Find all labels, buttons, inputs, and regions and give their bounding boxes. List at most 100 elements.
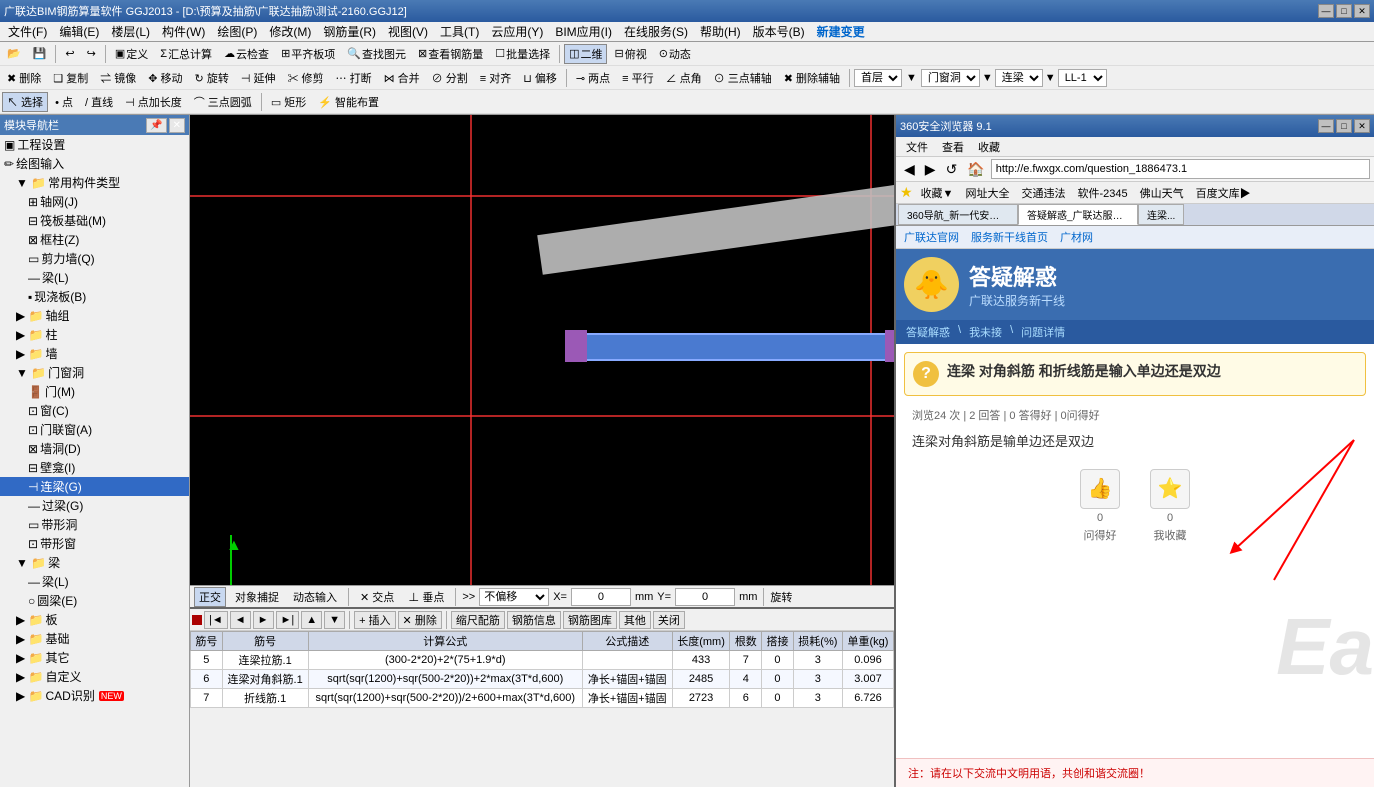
three-point-button[interactable]: ⊙ 三点辅轴 xyxy=(709,68,777,88)
collect-button[interactable]: ⭐ 0 我收藏 xyxy=(1150,469,1190,543)
first-record-button[interactable]: |◄ xyxy=(204,611,228,629)
bookmark-baidu[interactable]: 百度文库▶ xyxy=(1192,184,1255,202)
bookmark-fav[interactable]: 收藏▼ xyxy=(917,184,958,202)
menu-cloud[interactable]: 云应用(Y) xyxy=(485,22,549,41)
refresh-button[interactable]: ↺ xyxy=(942,160,962,179)
merge-button[interactable]: ⋈ 合并 xyxy=(379,68,425,88)
delete-row-button[interactable]: ✕ 删除 xyxy=(398,611,442,629)
table-row[interactable]: 7 折线筋.1 sqrt(sqr(1200)+sqr(500-2*20))/2+… xyxy=(191,689,894,708)
smart-place-button[interactable]: ⚡ 智能布置 xyxy=(313,92,384,112)
tree-axis-net[interactable]: ⊞ 轴网(J) xyxy=(0,192,189,211)
dynamic-input-button[interactable]: 动态输入 xyxy=(288,587,342,607)
menu-new-change[interactable]: 新建变更 xyxy=(811,22,871,41)
coupling-beam-shape[interactable] xyxy=(570,333,890,361)
bookmark-software[interactable]: 软件-2345 xyxy=(1073,184,1131,202)
tree-lintel[interactable]: — 过梁(G) xyxy=(0,496,189,515)
browser-menu-file[interactable]: 文件 xyxy=(900,138,934,156)
align-button[interactable]: ≡ 对齐 xyxy=(475,68,516,88)
tree-niche[interactable]: ⊟ 壁龛(I) xyxy=(0,458,189,477)
tree-beam-l[interactable]: — 梁(L) xyxy=(0,572,189,591)
x-coord-input[interactable] xyxy=(571,588,631,606)
menu-version[interactable]: 版本号(B) xyxy=(747,22,811,41)
browser-close[interactable]: ✕ xyxy=(1354,119,1370,133)
menu-bim[interactable]: BIM应用(I) xyxy=(549,22,618,41)
rect-button[interactable]: ▭ 矩形 xyxy=(266,92,311,112)
point-length-button[interactable]: ⊣ 点加长度 xyxy=(120,92,187,112)
table-row[interactable]: 5 连梁拉筋.1 (300-2*20)+2*(75+1.9*d) 433 7 0… xyxy=(191,651,894,670)
rebar-lib-button[interactable]: 钢筋图库 xyxy=(563,611,617,629)
tree-slab[interactable]: ▪ 现浇板(B) xyxy=(0,287,189,306)
menu-modify[interactable]: 修改(M) xyxy=(263,22,317,41)
insert-row-button[interactable]: + 插入 xyxy=(354,611,395,629)
split-button[interactable]: ⊘ 分割 xyxy=(427,68,473,88)
canvas-area[interactable]: A Y X ▲ ▶ ⑤ ⑥ xyxy=(190,115,894,585)
2d-view-button[interactable]: ◫ 二维 xyxy=(564,44,607,64)
close-button[interactable]: ✕ xyxy=(1354,4,1370,18)
tree-strip-window[interactable]: ⊡ 带形窗 xyxy=(0,534,189,553)
orthogonal-button[interactable]: 正交 xyxy=(194,587,226,607)
save-button[interactable]: 💾 xyxy=(28,45,52,62)
copy-button[interactable]: ❑ 复制 xyxy=(48,68,93,88)
id-combo[interactable]: LL-1 xyxy=(1058,69,1107,87)
link-glodon[interactable]: 广联达官网 xyxy=(904,229,959,245)
bookmark-traffic[interactable]: 交通违法 xyxy=(1017,184,1069,202)
floor-combo[interactable]: 首层 xyxy=(854,69,902,87)
tree-custom-group[interactable]: ▶ 📁 自定义 xyxy=(0,667,189,686)
move-down-button[interactable]: ▼ xyxy=(324,611,345,629)
close-panel-button[interactable]: 关闭 xyxy=(653,611,685,629)
point-mode-button[interactable]: • 点 xyxy=(50,92,78,112)
tree-strip-hole[interactable]: ▭ 带形洞 xyxy=(0,515,189,534)
tree-project-settings[interactable]: ▣ 工程设置 xyxy=(0,135,189,154)
rotate-button[interactable]: ↻ 旋转 xyxy=(190,68,234,88)
move-up-button[interactable]: ▲ xyxy=(301,611,322,629)
scale-rebar-button[interactable]: 缩尺配筋 xyxy=(451,611,505,629)
break-button[interactable]: ⋯ 打断 xyxy=(331,68,377,88)
last-record-button[interactable]: ►| xyxy=(276,611,300,629)
two-point-button[interactable]: ⊸ 两点 xyxy=(571,68,615,88)
tree-wall-hole[interactable]: ⊠ 墙洞(D) xyxy=(0,439,189,458)
rebar-info-button[interactable]: 钢筋信息 xyxy=(507,611,561,629)
panel-pin-button[interactable]: 📌 xyxy=(146,118,166,133)
tree-round-beam[interactable]: ○ 圆梁(E) xyxy=(0,591,189,610)
menu-floor[interactable]: 楼层(L) xyxy=(105,22,156,41)
tab-qa[interactable]: 答疑解惑_广联达服务新干... xyxy=(1018,204,1138,225)
tree-frame-column[interactable]: ⊠ 框柱(Z) xyxy=(0,230,189,249)
tree-axis-group[interactable]: ▶ 📁 轴组 xyxy=(0,306,189,325)
browser-menu-fav[interactable]: 收藏 xyxy=(972,138,1006,156)
tree-other-group[interactable]: ▶ 📁 其它 xyxy=(0,648,189,667)
top-view-button[interactable]: ⊟ 俯视 xyxy=(609,44,651,64)
part-combo[interactable]: 门窗洞 xyxy=(921,69,980,87)
maximize-button[interactable]: □ xyxy=(1336,4,1352,18)
tab-360[interactable]: 360导航_新一代安全上网... xyxy=(898,204,1018,225)
intersection-button[interactable]: ✕ 交点 xyxy=(355,587,399,607)
cloud-check-button[interactable]: ☁ 云检查 xyxy=(219,44,274,64)
tree-door[interactable]: 🚪 门(M) xyxy=(0,382,189,401)
delete-button[interactable]: ✖ 删除 xyxy=(2,68,46,88)
offset-button[interactable]: ⊔ 偏移 xyxy=(518,68,562,88)
menu-draw[interactable]: 绘图(P) xyxy=(211,22,263,41)
parallel-button[interactable]: ≡ 平行 xyxy=(617,68,658,88)
browser-minimize[interactable]: — xyxy=(1318,119,1334,133)
table-row[interactable]: 6 连梁对角斜筋.1 sqrt(sqr(1200)+sqr(500-2*20))… xyxy=(191,670,894,689)
bookmark-weather[interactable]: 佛山天气 xyxy=(1136,184,1188,202)
home-button[interactable]: 🏠 xyxy=(963,160,988,179)
define-button[interactable]: ▣ 定义 xyxy=(110,44,153,64)
qa-nav-detail[interactable]: 问题详情 xyxy=(1021,324,1065,340)
panel-close-button[interactable]: ✕ xyxy=(169,118,185,133)
next-record-button[interactable]: ► xyxy=(253,611,274,629)
menu-view[interactable]: 视图(V) xyxy=(382,22,434,41)
tree-door-window-combo[interactable]: ⊡ 门联窗(A) xyxy=(0,420,189,439)
tree-shear-wall[interactable]: ▭ 剪力墙(Q) xyxy=(0,249,189,268)
tree-foundation-group[interactable]: ▶ 📁 基础 xyxy=(0,629,189,648)
tree-wall-group[interactable]: ▶ 📁 墙 xyxy=(0,344,189,363)
tree-raft-foundation[interactable]: ⊟ 筏板基础(M) xyxy=(0,211,189,230)
arc-button[interactable]: ⌒ 三点圆弧 xyxy=(189,92,257,112)
tree-cad-recognition[interactable]: ▶ 📁 CAD识别 NEW xyxy=(0,686,189,705)
menu-edit[interactable]: 编辑(E) xyxy=(53,22,105,41)
browser-menu-view[interactable]: 查看 xyxy=(936,138,970,156)
tree-slab-group[interactable]: ▶ 📁 板 xyxy=(0,610,189,629)
back-button[interactable]: ◀ xyxy=(900,160,919,179)
open-button[interactable]: 📂 xyxy=(2,45,26,62)
y-coord-input[interactable] xyxy=(675,588,735,606)
perpendicular-button[interactable]: ⊥ 垂点 xyxy=(403,587,449,607)
